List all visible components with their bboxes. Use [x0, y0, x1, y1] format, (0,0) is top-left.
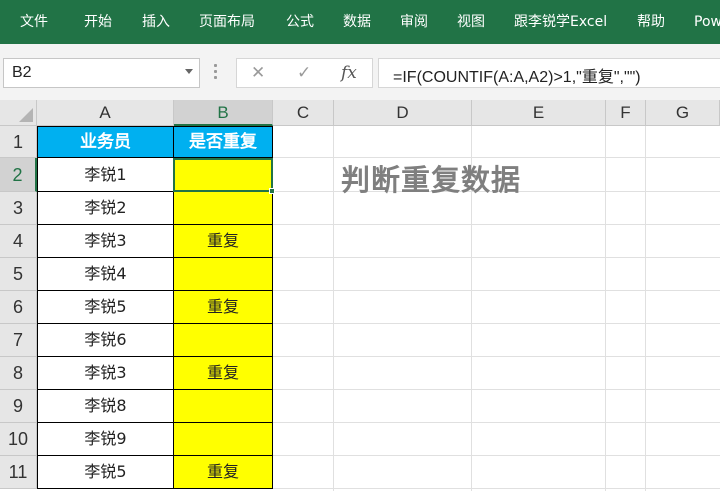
tab-help[interactable]: 帮助 [637, 13, 665, 31]
tab-review[interactable]: 审阅 [400, 13, 428, 31]
cell-a11[interactable]: 李锐5 [37, 456, 174, 489]
cell-a7[interactable]: 李锐6 [37, 324, 174, 357]
row-header-1[interactable]: 1 [0, 126, 37, 158]
chevron-down-icon[interactable] [185, 69, 193, 74]
column-header-a[interactable]: A [37, 100, 174, 126]
cell-a4[interactable]: 李锐3 [37, 225, 174, 258]
tab-power[interactable]: Pow [694, 13, 720, 31]
row-header-11[interactable]: 11 [0, 456, 37, 489]
column-header-g[interactable]: G [646, 100, 720, 126]
tab-home[interactable]: 开始 [84, 13, 112, 31]
cell-b1[interactable]: 是否重复 [174, 126, 273, 158]
cell-b6[interactable]: 重复 [174, 291, 273, 324]
name-box[interactable]: B2 [3, 58, 200, 88]
cell-a9[interactable]: 李锐8 [37, 390, 174, 423]
insert-function-icon[interactable]: fx [341, 63, 357, 83]
tab-custom-excel[interactable]: 跟李锐学Excel [514, 13, 607, 31]
cell-b3[interactable] [174, 192, 273, 225]
cell-b2[interactable] [174, 158, 273, 192]
cell-a8[interactable]: 李锐3 [37, 357, 174, 390]
select-all-triangle-icon [19, 108, 33, 122]
formula-text: =IF(COUNTIF(A:A,A2)>1,"重复","") [393, 69, 641, 86]
cell-b5[interactable] [174, 258, 273, 291]
row-header-4[interactable]: 4 [0, 225, 37, 258]
cell-b8[interactable]: 重复 [174, 357, 273, 390]
tab-page-layout[interactable]: 页面布局 [199, 13, 255, 31]
enter-icon[interactable]: ✓ [297, 63, 311, 83]
cell-b11[interactable]: 重复 [174, 456, 273, 489]
row-header-9[interactable]: 9 [0, 390, 37, 423]
cell-b10[interactable] [174, 423, 273, 456]
row-header-10[interactable]: 10 [0, 423, 37, 456]
formula-bar-area: B2 ✕ ✓ fx =IF(COUNTIF(A:A,A2)>1,"重复","") [0, 44, 720, 100]
column-header-c[interactable]: C [273, 100, 334, 126]
column-header-d[interactable]: D [334, 100, 472, 126]
column-header-b[interactable]: B [174, 100, 273, 126]
name-box-value: B2 [12, 64, 32, 81]
row-header-2[interactable]: 2 [0, 158, 37, 192]
cell-b7[interactable] [174, 324, 273, 357]
cell-a1[interactable]: 业务员 [37, 126, 174, 158]
column-header-f[interactable]: F [606, 100, 646, 126]
cell-b4[interactable]: 重复 [174, 225, 273, 258]
sheet-title: 判断重复数据 [341, 163, 522, 197]
formula-buttons: ✕ ✓ fx [236, 58, 373, 88]
tab-data[interactable]: 数据 [343, 13, 371, 31]
row-header-3[interactable]: 3 [0, 192, 37, 225]
column-header-e[interactable]: E [472, 100, 606, 126]
tab-insert[interactable]: 插入 [142, 13, 170, 31]
row-header-6[interactable]: 6 [0, 291, 37, 324]
cell-a3[interactable]: 李锐2 [37, 192, 174, 225]
tab-formulas[interactable]: 公式 [286, 13, 314, 31]
row-header-8[interactable]: 8 [0, 357, 37, 390]
formula-input[interactable]: =IF(COUNTIF(A:A,A2)>1,"重复","") [378, 58, 720, 88]
cell-a6[interactable]: 李锐5 [37, 291, 174, 324]
cell-b9[interactable] [174, 390, 273, 423]
select-all-corner[interactable] [0, 100, 37, 126]
ribbon-tab-bar: 文件 开始 插入 页面布局 公式 数据 审阅 视图 跟李锐学Excel 帮助 P… [0, 0, 720, 44]
cell-a10[interactable]: 李锐9 [37, 423, 174, 456]
drag-handle-icon[interactable] [214, 64, 217, 80]
cell-a2[interactable]: 李锐1 [37, 158, 174, 192]
row-header-5[interactable]: 5 [0, 258, 37, 291]
tab-view[interactable]: 视图 [457, 13, 485, 31]
row-header-7[interactable]: 7 [0, 324, 37, 357]
cell-a5[interactable]: 李锐4 [37, 258, 174, 291]
tab-file[interactable]: 文件 [20, 13, 48, 31]
cancel-icon[interactable]: ✕ [251, 63, 265, 83]
